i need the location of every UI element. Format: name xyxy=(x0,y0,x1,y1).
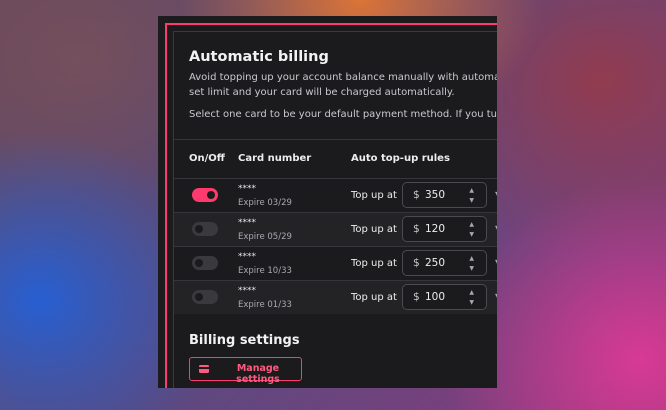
card-number: **** xyxy=(238,218,256,228)
chevron-down-icon[interactable]: ▼ xyxy=(495,292,497,301)
card-number: **** xyxy=(238,184,256,194)
decrement-icon[interactable]: ▼ xyxy=(469,299,474,306)
currency-symbol: $ xyxy=(413,189,420,201)
amount-value: 120 xyxy=(425,223,446,235)
toggle-knob xyxy=(207,191,215,199)
card-toggle[interactable] xyxy=(192,290,218,304)
table-row: **** Expire 01/33 Top up at $ 100 ▲ ▼ ▼ xyxy=(174,280,497,314)
decrement-icon[interactable]: ▼ xyxy=(469,265,474,272)
card-toggle[interactable] xyxy=(192,256,218,270)
toggle-knob xyxy=(195,293,203,301)
currency-symbol: $ xyxy=(413,257,420,269)
toggle-knob xyxy=(195,259,203,267)
increment-icon[interactable]: ▲ xyxy=(469,255,474,262)
header-auto-top-up-rules: Auto top-up rules xyxy=(351,153,450,164)
table-row: **** Expire 05/29 Top up at $ 120 ▲ ▼ ▼ xyxy=(174,212,497,246)
increment-icon[interactable]: ▲ xyxy=(469,289,474,296)
card-toggle[interactable] xyxy=(192,222,218,236)
description-line-3: Select one card to be your default payme… xyxy=(189,109,497,120)
card-expiry: Expire 10/33 xyxy=(238,266,292,276)
credit-card-icon xyxy=(199,365,209,373)
amount-value: 350 xyxy=(425,189,446,201)
card-number: **** xyxy=(238,286,256,296)
card-expiry: Expire 03/29 xyxy=(238,198,292,208)
description-text: Avoid topping up your account balance ma… xyxy=(189,70,497,100)
decrement-icon[interactable]: ▼ xyxy=(469,231,474,238)
amount-stepper[interactable]: $ 250 ▲ ▼ xyxy=(402,250,487,276)
amount-stepper[interactable]: $ 100 ▲ ▼ xyxy=(402,284,487,310)
amount-stepper[interactable]: $ 120 ▲ ▼ xyxy=(402,216,487,242)
header-card-number: Card number xyxy=(238,153,312,164)
top-up-label: Top up at xyxy=(351,190,397,201)
card-number: **** xyxy=(238,252,256,262)
manage-settings-button[interactable]: Manage settings xyxy=(189,357,302,385)
amount-stepper[interactable]: $ 350 ▲ ▼ xyxy=(402,182,487,208)
description-line-2: set limit and your card will be charged … xyxy=(189,87,455,98)
header-on-off: On/Off xyxy=(189,153,225,164)
top-up-label: Top up at xyxy=(351,224,397,235)
manage-settings-label: Manage settings xyxy=(236,363,280,385)
table-row: **** Expire 03/29 Top up at $ 350 ▲ ▼ ▼ xyxy=(174,178,497,212)
toggle-knob xyxy=(195,225,203,233)
chevron-down-icon[interactable]: ▼ xyxy=(495,224,497,233)
chevron-down-icon[interactable]: ▼ xyxy=(495,190,497,199)
description-line-1: Avoid topping up your account balance ma… xyxy=(189,72,497,83)
page-title: Automatic billing xyxy=(189,49,329,65)
amount-value: 250 xyxy=(425,257,446,269)
increment-icon[interactable]: ▲ xyxy=(469,187,474,194)
top-up-label: Top up at xyxy=(351,292,397,303)
card-toggle[interactable] xyxy=(192,188,218,202)
amount-value: 100 xyxy=(425,291,446,303)
billing-settings-title: Billing settings xyxy=(189,333,300,348)
table-row: **** Expire 10/33 Top up at $ 250 ▲ ▼ ▼ xyxy=(174,246,497,280)
currency-symbol: $ xyxy=(413,223,420,235)
chevron-down-icon[interactable]: ▼ xyxy=(495,258,497,267)
card-expiry: Expire 01/33 xyxy=(238,300,292,310)
increment-icon[interactable]: ▲ xyxy=(469,221,474,228)
table-header: On/Off Card number Auto top-up rules xyxy=(174,140,497,178)
app-window: Automatic billing Avoid topping up your … xyxy=(158,16,497,388)
currency-symbol: $ xyxy=(413,291,420,303)
card-expiry: Expire 05/29 xyxy=(238,232,292,242)
billing-panel: Automatic billing Avoid topping up your … xyxy=(173,31,497,388)
decrement-icon[interactable]: ▼ xyxy=(469,197,474,204)
top-up-label: Top up at xyxy=(351,258,397,269)
